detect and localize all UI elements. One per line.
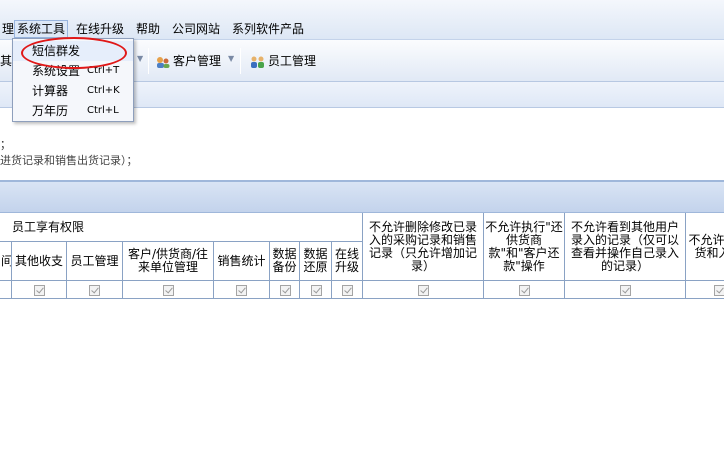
highlight-oval xyxy=(21,37,127,69)
menu-item-label: 万年历 xyxy=(32,104,69,118)
note-line: ； xyxy=(0,138,11,151)
restriction-checkbox[interactable] xyxy=(519,285,530,296)
permission-checkbox[interactable] xyxy=(236,285,247,296)
customer-management-label: 客户管理 xyxy=(173,54,222,68)
column-header: 不允许进货和入 xyxy=(686,213,724,281)
menu-item-company-website[interactable]: 公司网站 xyxy=(170,20,222,38)
permissions-table: 员工享有权限 间 其他收支 员工管理 客户/供货商/往来单位管理 销售统计 数据… xyxy=(0,213,724,303)
permission-checkbox[interactable] xyxy=(342,285,353,296)
column-header: 销售统计 xyxy=(214,242,270,281)
column-header: 客户/供货商/往来单位管理 xyxy=(123,242,214,281)
table-cell xyxy=(0,281,12,299)
toolbar-separator xyxy=(148,48,149,74)
staff-management-label: 员工管理 xyxy=(268,54,317,68)
menu-item-product-series[interactable]: 系列软件产品 xyxy=(230,20,306,38)
permission-checkbox[interactable] xyxy=(34,285,45,296)
permission-checkbox[interactable] xyxy=(280,285,291,296)
section-header-band xyxy=(0,180,724,213)
column-header: 不允许看到其他用户录入的记录（仅可以查看并操作自己录入的记录） xyxy=(565,213,686,281)
permission-checkbox[interactable] xyxy=(163,285,174,296)
toolbar-separator xyxy=(240,48,241,74)
column-header: 在线升级 xyxy=(332,242,363,281)
group-header: 员工享有权限 xyxy=(0,213,363,242)
restriction-checkbox[interactable] xyxy=(418,285,429,296)
customer-icon xyxy=(157,56,170,68)
menu-item-calculator[interactable]: 计算器 Ctrl+K xyxy=(13,81,133,101)
toolbar-partial-button[interactable]: 其 xyxy=(0,52,12,70)
menu-item-calendar[interactable]: 万年历 Ctrl+L xyxy=(13,101,133,121)
column-header: 员工管理 xyxy=(67,242,123,281)
menu-item-label: 计算器 xyxy=(32,84,69,98)
column-header: 数据备份 xyxy=(270,242,300,281)
dropdown-arrow-icon[interactable]: ▼ xyxy=(228,54,234,63)
dropdown-arrow-icon[interactable]: ▼ xyxy=(137,54,143,63)
column-header: 间 xyxy=(0,242,12,281)
menu-item-shortcut: Ctrl+K xyxy=(87,85,120,96)
permission-checkbox[interactable] xyxy=(311,285,322,296)
restriction-checkbox[interactable] xyxy=(714,285,724,296)
restriction-checkbox[interactable] xyxy=(620,285,631,296)
note-line: 进货记录和销售出货记录）； xyxy=(0,154,138,167)
permission-checkbox[interactable] xyxy=(89,285,100,296)
menu-item-shortcut: Ctrl+L xyxy=(87,105,119,116)
menu-item-help[interactable]: 帮助 xyxy=(134,20,162,38)
staff-icon xyxy=(251,56,264,68)
column-header: 不允许执行"还供货商款"和"客户还款"操作 xyxy=(484,213,565,281)
staff-management-button[interactable]: 员工管理 xyxy=(250,52,316,70)
menu-item-system-tools[interactable]: 系统工具 xyxy=(14,20,69,38)
menu-bar: 理 系统工具 在线升级 帮助 公司网站 系列软件产品 xyxy=(0,0,724,40)
menu-item-online-upgrade[interactable]: 在线升级 xyxy=(74,20,126,38)
column-header: 不允许删除修改已录入的采购记录和销售记录（只允许增加记录） xyxy=(363,213,484,281)
column-header: 其他收支 xyxy=(12,242,67,281)
column-header: 数据还原 xyxy=(300,242,332,281)
customer-management-button[interactable]: 客户管理 xyxy=(155,52,221,70)
